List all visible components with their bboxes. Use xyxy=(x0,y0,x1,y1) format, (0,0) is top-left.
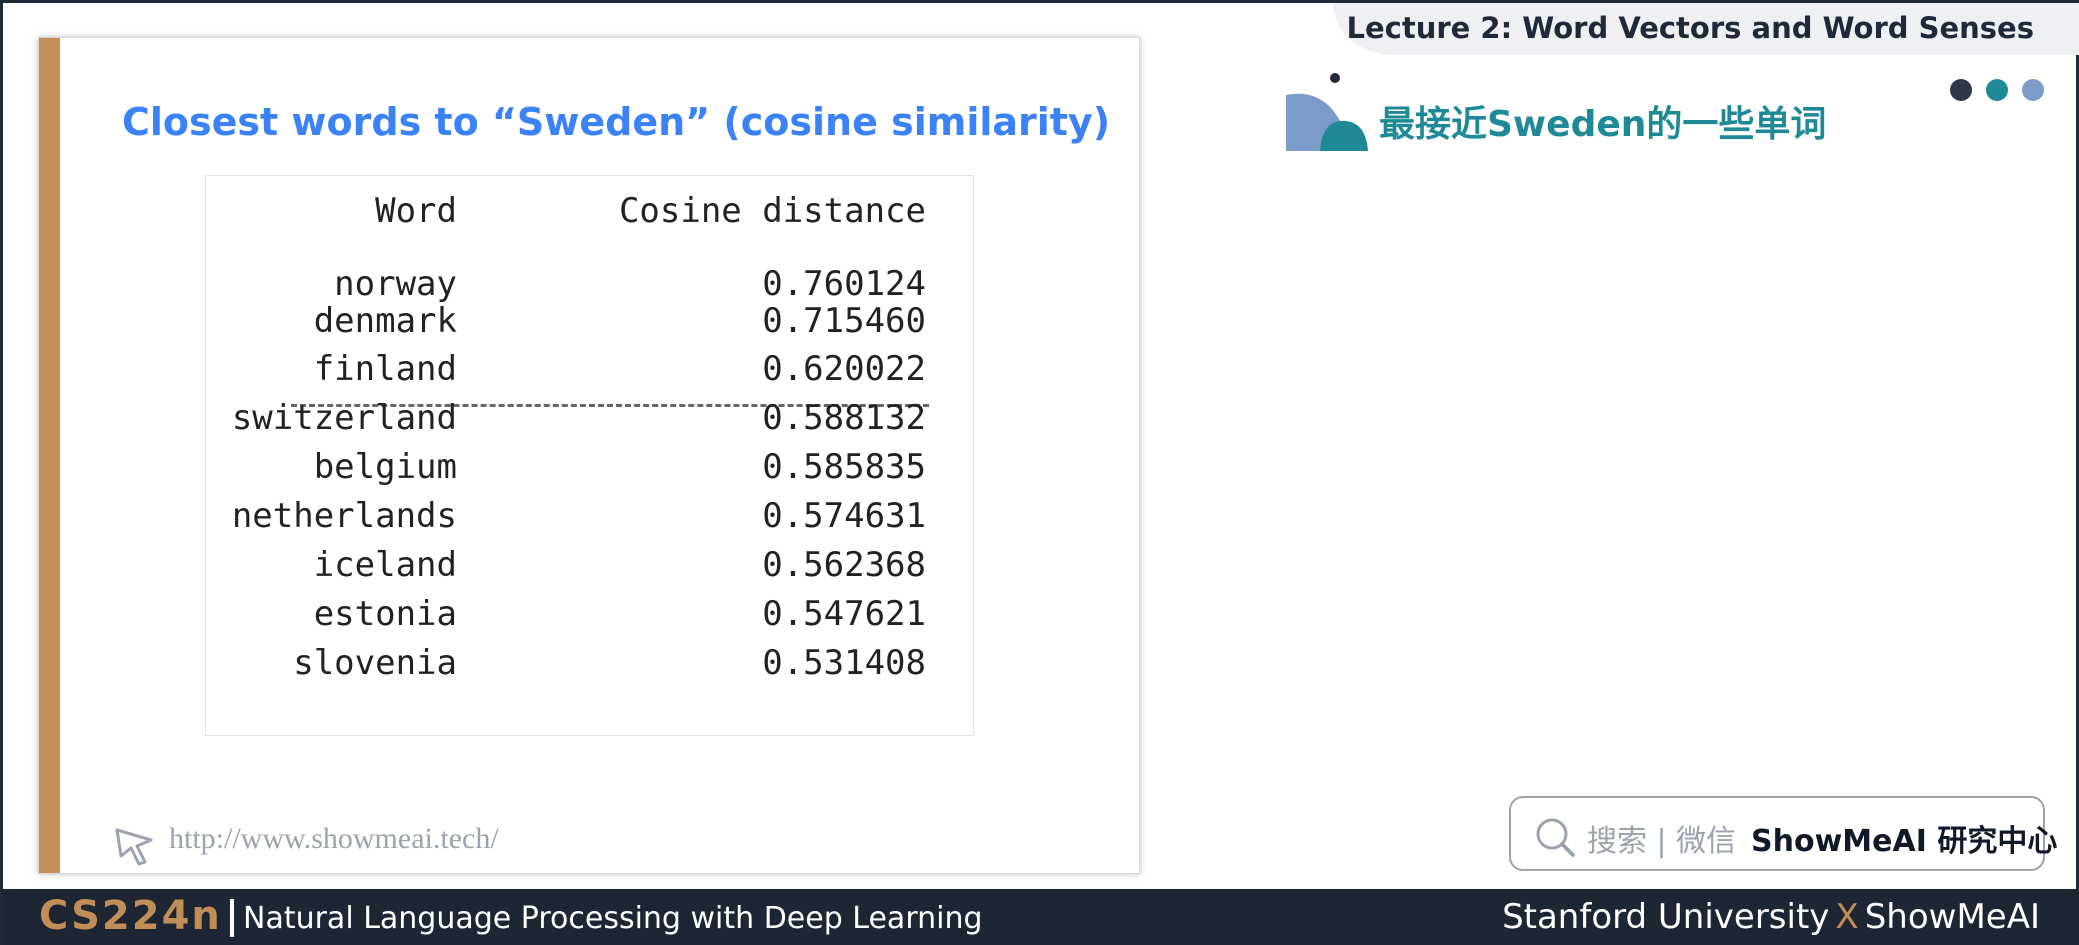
table-row: switzerland 0.588132 xyxy=(206,395,973,441)
word-cell: iceland xyxy=(313,545,457,585)
credit-x: X xyxy=(1835,897,1859,937)
section-heading: 最接近Sweden的一些单词 xyxy=(1379,104,1827,145)
indicator-dot xyxy=(1950,79,1972,101)
header-word: Word xyxy=(375,191,457,231)
indicator-dot xyxy=(2022,79,2044,101)
word-cell: denmark xyxy=(313,301,457,341)
lecture-title: Lecture 2: Word Vectors and Word Senses xyxy=(1346,11,2034,45)
header-cosine-distance: Cosine distance xyxy=(618,191,926,231)
showmeai-url-link[interactable]: http://www.showmeai.tech/ xyxy=(169,822,499,856)
search-hint-text: 搜索 | 微信 xyxy=(1587,824,1737,859)
value-cell: 0.547621 xyxy=(762,594,926,634)
credit-university: Stanford University xyxy=(1502,897,1830,937)
table-header-row: Word Cosine distance xyxy=(206,188,973,234)
table-row: finland 0.620022 xyxy=(206,346,973,392)
footer-divider xyxy=(230,899,234,937)
footer-bar: CS224n Natural Language Processing with … xyxy=(3,889,2079,945)
wechat-search-box[interactable]: 搜索 | 微信 ShowMeAI 研究中心 xyxy=(1509,796,2057,871)
word-cell: estonia xyxy=(313,594,457,634)
section-decoration-icon xyxy=(1286,73,1368,151)
value-cell: 0.562368 xyxy=(762,545,926,585)
table-row: slovenia 0.531408 xyxy=(206,640,973,686)
word-cell: slovenia xyxy=(293,643,457,683)
word-cell: switzerland xyxy=(231,398,457,438)
value-cell: 0.531408 xyxy=(762,643,926,683)
course-name: Natural Language Processing with Deep Le… xyxy=(243,901,983,936)
search-icon xyxy=(1536,818,1575,857)
table-row: iceland 0.562368 xyxy=(206,542,973,588)
word-cell: finland xyxy=(313,349,457,389)
table-row: belgium 0.585835 xyxy=(206,444,973,490)
cursor-pointer-icon xyxy=(115,828,153,866)
value-cell: 0.585835 xyxy=(762,447,926,487)
value-cell: 0.574631 xyxy=(762,496,926,536)
table-row: netherlands 0.574631 xyxy=(206,493,973,539)
word-cell: netherlands xyxy=(231,496,457,536)
table-row: estonia 0.547621 xyxy=(206,591,973,637)
value-cell: 0.588132 xyxy=(762,398,926,438)
credit-showmeai: ShowMeAI xyxy=(1864,897,2040,937)
slide-card: Closest words to “Sweden” (cosine simila… xyxy=(38,37,1140,874)
course-code: CS224n xyxy=(39,893,222,939)
similarity-table: Word Cosine distance norway 0.760124 den… xyxy=(205,175,974,736)
slide-accent-bar xyxy=(39,38,60,873)
credit-line: Stanford University X ShowMeAI xyxy=(1502,897,2040,937)
indicator-dot xyxy=(1986,79,2008,101)
word-cell: belgium xyxy=(313,447,457,487)
value-cell: 0.715460 xyxy=(762,301,926,341)
slide-title: Closest words to “Sweden” (cosine simila… xyxy=(122,100,1111,144)
value-cell: 0.620022 xyxy=(762,349,926,389)
search-brand-text: ShowMeAI 研究中心 xyxy=(1751,824,2058,859)
table-row: denmark 0.715460 xyxy=(206,298,973,344)
slide-indicator-dots xyxy=(1950,79,2050,101)
